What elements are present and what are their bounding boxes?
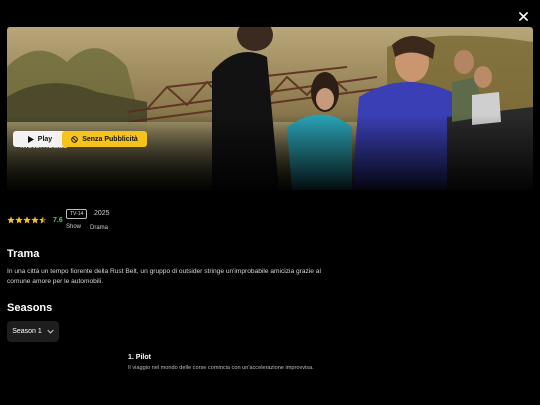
hero-gradient	[7, 115, 533, 190]
ad-free-button[interactable]: Senza Pubblicità	[62, 131, 147, 147]
plot-heading: Trama	[7, 248, 40, 260]
play-icon	[27, 135, 34, 143]
star-icon	[7, 216, 15, 224]
episode-description: Il viaggio nel mondo delle corse cominci…	[128, 365, 314, 371]
chevron-down-icon	[47, 329, 54, 334]
no-ads-icon	[71, 135, 78, 143]
hero-banner: Motorheads	[7, 27, 533, 190]
rating-score: 7.6	[53, 216, 63, 224]
content-rating-badge: TV-14	[66, 209, 88, 219]
season-dropdown-value: Season 1	[12, 328, 42, 335]
episode-title[interactable]: 1. Pilot	[128, 354, 151, 361]
half-star-icon	[39, 216, 47, 224]
ad-free-button-label: Senza Pubblicità	[82, 135, 138, 143]
play-button[interactable]: Play	[13, 131, 67, 147]
plot-text: In una città un tempo fiorente della Rus…	[7, 268, 321, 285]
star-icon	[23, 216, 31, 224]
genre-label: Drama	[86, 225, 108, 231]
stars	[7, 216, 47, 224]
star-icon	[15, 216, 23, 224]
seasons-heading: Seasons	[7, 302, 53, 314]
season-dropdown[interactable]: Season 1	[7, 321, 59, 342]
content-type: Show	[66, 224, 82, 230]
close-icon	[518, 11, 528, 21]
play-button-label: Play	[37, 135, 53, 143]
close-button[interactable]	[515, 8, 531, 24]
star-icon	[31, 216, 39, 224]
release-year: 2025	[94, 210, 110, 217]
star-rating: 7.6	[7, 216, 63, 224]
